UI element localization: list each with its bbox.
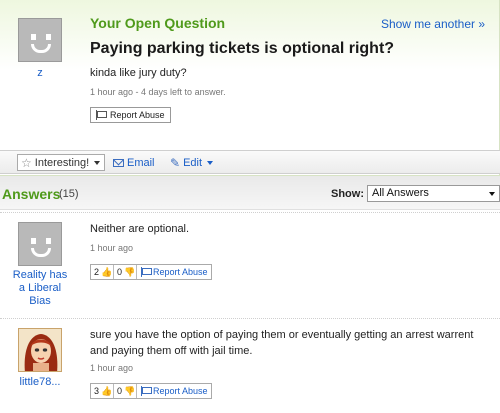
flag-icon [140,267,153,277]
flag-icon [140,386,153,396]
thumbs-down-count: 0 [117,386,123,396]
thumbs-down-button[interactable]: 0 👎 [114,265,138,279]
chevron-down-icon [207,160,214,165]
answer-meta: 1 hour ago [90,363,134,373]
answer-vote-bar: 2 👍 0 👎 Report Abuse [90,264,212,280]
mail-icon [113,158,124,167]
edit-button[interactable]: ✎ Edit [170,154,214,171]
interesting-button[interactable]: ☆ Interesting! [17,154,106,171]
question-section-label: Your Open Question [90,15,226,31]
answer-report-abuse-button[interactable]: Report Abuse [137,265,211,279]
question-detail: kinda like jury duty? [90,67,187,79]
chevron-down-icon [94,160,101,165]
answer-vote-bar: 3 👍 0 👎 Report Abuse [90,383,212,399]
interesting-label: Interesting! [34,156,90,169]
report-abuse-label: Report Abuse [153,267,208,277]
avatar-eye-left [31,238,36,244]
avatar-eye-right [46,34,51,40]
thumbs-up-icon: 👍 [101,385,113,396]
answerer-name-link[interactable]: little78... [12,376,68,389]
avatar-eye-right [46,238,51,244]
avatar-mouth [31,248,51,257]
answer-report-abuse-button[interactable]: Report Abuse [137,384,211,398]
thumbs-up-button[interactable]: 3 👍 [91,384,115,398]
thumbs-down-button[interactable]: 0 👎 [114,384,138,398]
answer-item: Reality has a Liberal Bias Neither are o… [0,213,500,313]
thumbs-up-count: 3 [94,386,100,396]
email-button[interactable]: Email [113,154,155,171]
edit-label: Edit [183,156,203,169]
answers-title: Answers [2,186,61,202]
flag-icon [95,110,107,120]
answer-item: little78... sure you have the option of … [0,319,500,413]
thumbs-down-icon: 👎 [124,266,136,277]
report-abuse-label: Report Abuse [153,386,208,396]
show-filter-select[interactable]: All Answers [367,185,500,202]
show-filter-label: Show: [331,188,364,200]
thumbs-up-icon: 👍 [101,266,113,277]
star-icon: ☆ [21,155,32,170]
asker-avatar[interactable] [18,18,62,62]
answerer-avatar[interactable] [18,328,62,372]
thumbs-down-count: 0 [117,267,123,277]
avatar-mouth [31,44,51,53]
thumbs-up-button[interactable]: 2 👍 [91,265,115,279]
answer-meta: 1 hour ago [90,243,134,253]
question-toolbar: ☆ Interesting! Email ✎ Edit [0,150,500,174]
cartoon-avatar-icon [19,329,61,371]
show-filter-value: All Answers [372,187,429,199]
show-another-link[interactable]: Show me another » [381,17,485,31]
answers-count: (15) [59,188,79,200]
asker-name-link[interactable]: z [18,67,62,79]
thumbs-down-icon: 👎 [124,385,136,396]
question-title: Paying parking tickets is optional right… [90,40,395,57]
thumbs-up-count: 2 [94,267,100,277]
answerer-avatar[interactable] [18,222,62,266]
answers-header: Answers (15) Show: All Answers [0,176,500,210]
email-label: Email [127,156,155,169]
pencil-icon: ✎ [170,155,181,170]
answer-text: sure you have the option of paying them … [90,329,474,357]
question-meta: 1 hour ago - 4 days left to answer. [90,87,226,97]
avatar-eye-left [31,34,36,40]
question-report-abuse-button[interactable]: Report Abuse [90,107,171,123]
chevron-down-icon [489,192,495,196]
answer-text: Neither are optional. [90,223,190,235]
report-abuse-label: Report Abuse [110,110,165,120]
answerer-name-link[interactable]: Reality has a Liberal Bias [12,269,68,308]
